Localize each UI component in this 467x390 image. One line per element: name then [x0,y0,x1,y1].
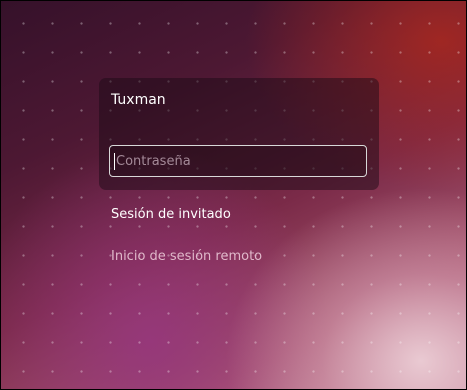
remote-login-item[interactable]: Inicio de sesión remoto [111,249,262,264]
guest-session-item[interactable]: Sesión de invitado [111,207,231,222]
background-dot-grid [1,1,466,389]
username-label: Tuxman [111,92,166,108]
text-cursor [114,152,115,170]
user-login-panel[interactable]: Tuxman Contraseña [99,78,379,190]
password-field[interactable]: Contraseña [109,145,367,177]
password-placeholder: Contraseña [116,153,191,169]
login-screen: Tuxman Contraseña Sesión de invitado Ini… [0,0,467,390]
